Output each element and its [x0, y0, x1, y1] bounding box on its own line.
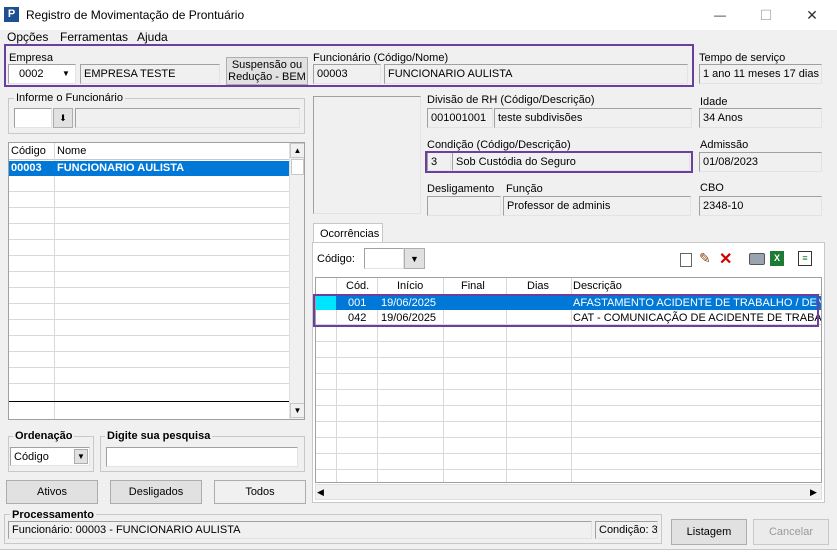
- informe-name-field: [75, 108, 300, 128]
- col-codigo[interactable]: Código: [11, 145, 46, 157]
- excel-icon[interactable]: X: [770, 251, 784, 266]
- cancelar-button[interactable]: Cancelar: [753, 519, 829, 545]
- tempo-servico-label: Tempo de serviço: [699, 52, 786, 64]
- col-final[interactable]: Final: [461, 280, 485, 292]
- menu-ferramentas[interactable]: Ferramentas: [60, 30, 128, 44]
- col-descricao[interactable]: Descrição: [573, 280, 622, 292]
- maximize-icon[interactable]: ☐: [743, 0, 789, 30]
- col-nome[interactable]: Nome: [57, 145, 86, 157]
- cbo-field: 2348-10: [699, 196, 822, 216]
- listagem-label: Listagem: [686, 526, 732, 538]
- scroll-right-icon[interactable]: ▶: [810, 487, 817, 498]
- desligados-label: Desligados: [128, 486, 184, 498]
- window-title: Registro de Movimentação de Prontuário: [26, 8, 245, 22]
- idade-field: 34 Anos: [699, 108, 822, 128]
- app-icon: P: [4, 7, 19, 22]
- processamento-text: Funcionário: 00003 - FUNCIONARIO AULISTA: [12, 524, 241, 536]
- tempo-servico-field: 1 ano 11 meses 17 dias: [699, 64, 822, 84]
- funcao-label: Função: [506, 183, 543, 195]
- menu-opcoes[interactable]: Opções: [7, 30, 48, 44]
- desligamento-field: [427, 196, 501, 216]
- admissao-value: 01/08/2023: [703, 156, 759, 168]
- desligamento-label: Desligamento: [427, 183, 495, 195]
- scroll-thumb[interactable]: [291, 159, 304, 175]
- ocorrencias-panel: Código: ▼ ✎ ✕ X ≡ Cód. Início Final Dias…: [312, 242, 825, 503]
- employee-highlight: [4, 44, 694, 87]
- col-cod[interactable]: Cód.: [346, 280, 369, 292]
- close-icon[interactable]: ✕: [789, 0, 835, 30]
- desligados-button[interactable]: Desligados: [110, 480, 202, 504]
- scroll-up-icon[interactable]: ▲: [290, 143, 304, 158]
- list-item-name: FUNCIONARIO AULISTA: [57, 162, 185, 174]
- bottom-strip: [0, 549, 837, 557]
- divisao-desc-field: teste subdivisões: [494, 108, 692, 128]
- employee-photo: [313, 96, 421, 214]
- list-item[interactable]: 00003 FUNCIONARIO AULISTA: [9, 161, 290, 176]
- tempo-servico-value: 1 ano 11 meses 17 dias: [703, 68, 819, 80]
- menu-ajuda[interactable]: Ajuda: [137, 30, 168, 44]
- condicao-label: Condição (Código/Descrição): [427, 139, 571, 151]
- menu-bar: Opções Ferramentas Ajuda: [0, 29, 837, 44]
- informe-input[interactable]: [14, 108, 52, 128]
- processamento-condicao-field: Condição: 3: [595, 521, 658, 539]
- funcao-field: Professor de adminis: [503, 196, 691, 216]
- tab-ocorrencias[interactable]: Ocorrências: [313, 223, 383, 243]
- idade-value: 34 Anos: [703, 112, 743, 124]
- condicao-highlight: [425, 151, 693, 173]
- cbo-label: CBO: [700, 182, 724, 194]
- divisao-code-field: 001001001: [427, 108, 493, 128]
- ativos-label: Ativos: [37, 486, 67, 498]
- grid-header: Cód. Início Final Dias Descrição: [316, 278, 821, 295]
- processamento-label: Processamento: [10, 509, 96, 521]
- todos-label: Todos: [245, 486, 275, 498]
- pesquisa-label: Digite sua pesquisa: [105, 430, 213, 442]
- codigo-filter-input[interactable]: [364, 248, 404, 269]
- col-dias[interactable]: Dias: [527, 280, 549, 292]
- listagem-button[interactable]: Listagem: [671, 519, 747, 545]
- admissao-field: 01/08/2023: [699, 152, 822, 172]
- new-document-icon[interactable]: [680, 253, 692, 267]
- informe-dropdown-button[interactable]: ⬇: [53, 108, 73, 128]
- processamento-condicao: Condição: 3: [599, 524, 658, 536]
- admissao-label: Admissão: [700, 139, 749, 151]
- cancelar-label: Cancelar: [768, 526, 814, 538]
- minimize-icon[interactable]: —: [697, 0, 743, 30]
- funcao-value: Professor de adminis: [507, 200, 611, 212]
- todos-button[interactable]: Todos: [214, 480, 306, 504]
- codigo-filter-label: Código:: [317, 253, 355, 265]
- scroll-left-icon[interactable]: ◀: [317, 487, 324, 498]
- divisao-label: Divisão de RH (Código/Descrição): [427, 94, 595, 106]
- ordenacao-select[interactable]: Código ▼: [10, 447, 90, 466]
- grid-hscrollbar[interactable]: ◀ ▶: [315, 484, 822, 500]
- ativos-button[interactable]: Ativos: [6, 480, 98, 504]
- divisao-code: 001001001: [431, 112, 487, 124]
- employee-list[interactable]: Código Nome 00003 FUNCIONARIO AULISTA ▲ …: [8, 142, 305, 420]
- col-inicio[interactable]: Início: [397, 280, 423, 292]
- ordenacao-value: Código: [14, 451, 49, 463]
- codigo-filter-dropdown[interactable]: ▼: [404, 248, 425, 269]
- tab-ocorrencias-label: Ocorrências: [320, 228, 380, 240]
- cbo-value: 2348-10: [703, 200, 744, 212]
- edit-pencil-icon[interactable]: ✎: [699, 250, 711, 267]
- print-icon[interactable]: [749, 253, 765, 265]
- ocorrencias-highlight: [313, 294, 819, 327]
- chevron-down-icon[interactable]: ▼: [74, 449, 88, 464]
- informe-label: Informe o Funcionário: [14, 92, 125, 104]
- divisao-desc: teste subdivisões: [498, 112, 583, 124]
- delete-icon[interactable]: ✕: [719, 249, 732, 269]
- ordenacao-label: Ordenação: [13, 430, 75, 442]
- list-scrollbar[interactable]: ▲ ▼: [289, 143, 304, 419]
- list-header: Código Nome: [9, 143, 290, 160]
- processamento-text-field: Funcionário: 00003 - FUNCIONARIO AULISTA: [8, 521, 592, 539]
- idade-label: Idade: [700, 96, 728, 108]
- report-icon[interactable]: ≡: [798, 251, 812, 266]
- search-input[interactable]: [106, 447, 298, 467]
- list-item-code: 00003: [11, 162, 42, 174]
- scroll-down-icon[interactable]: ▼: [290, 403, 304, 418]
- title-bar: P Registro de Movimentação de Prontuário…: [0, 0, 837, 30]
